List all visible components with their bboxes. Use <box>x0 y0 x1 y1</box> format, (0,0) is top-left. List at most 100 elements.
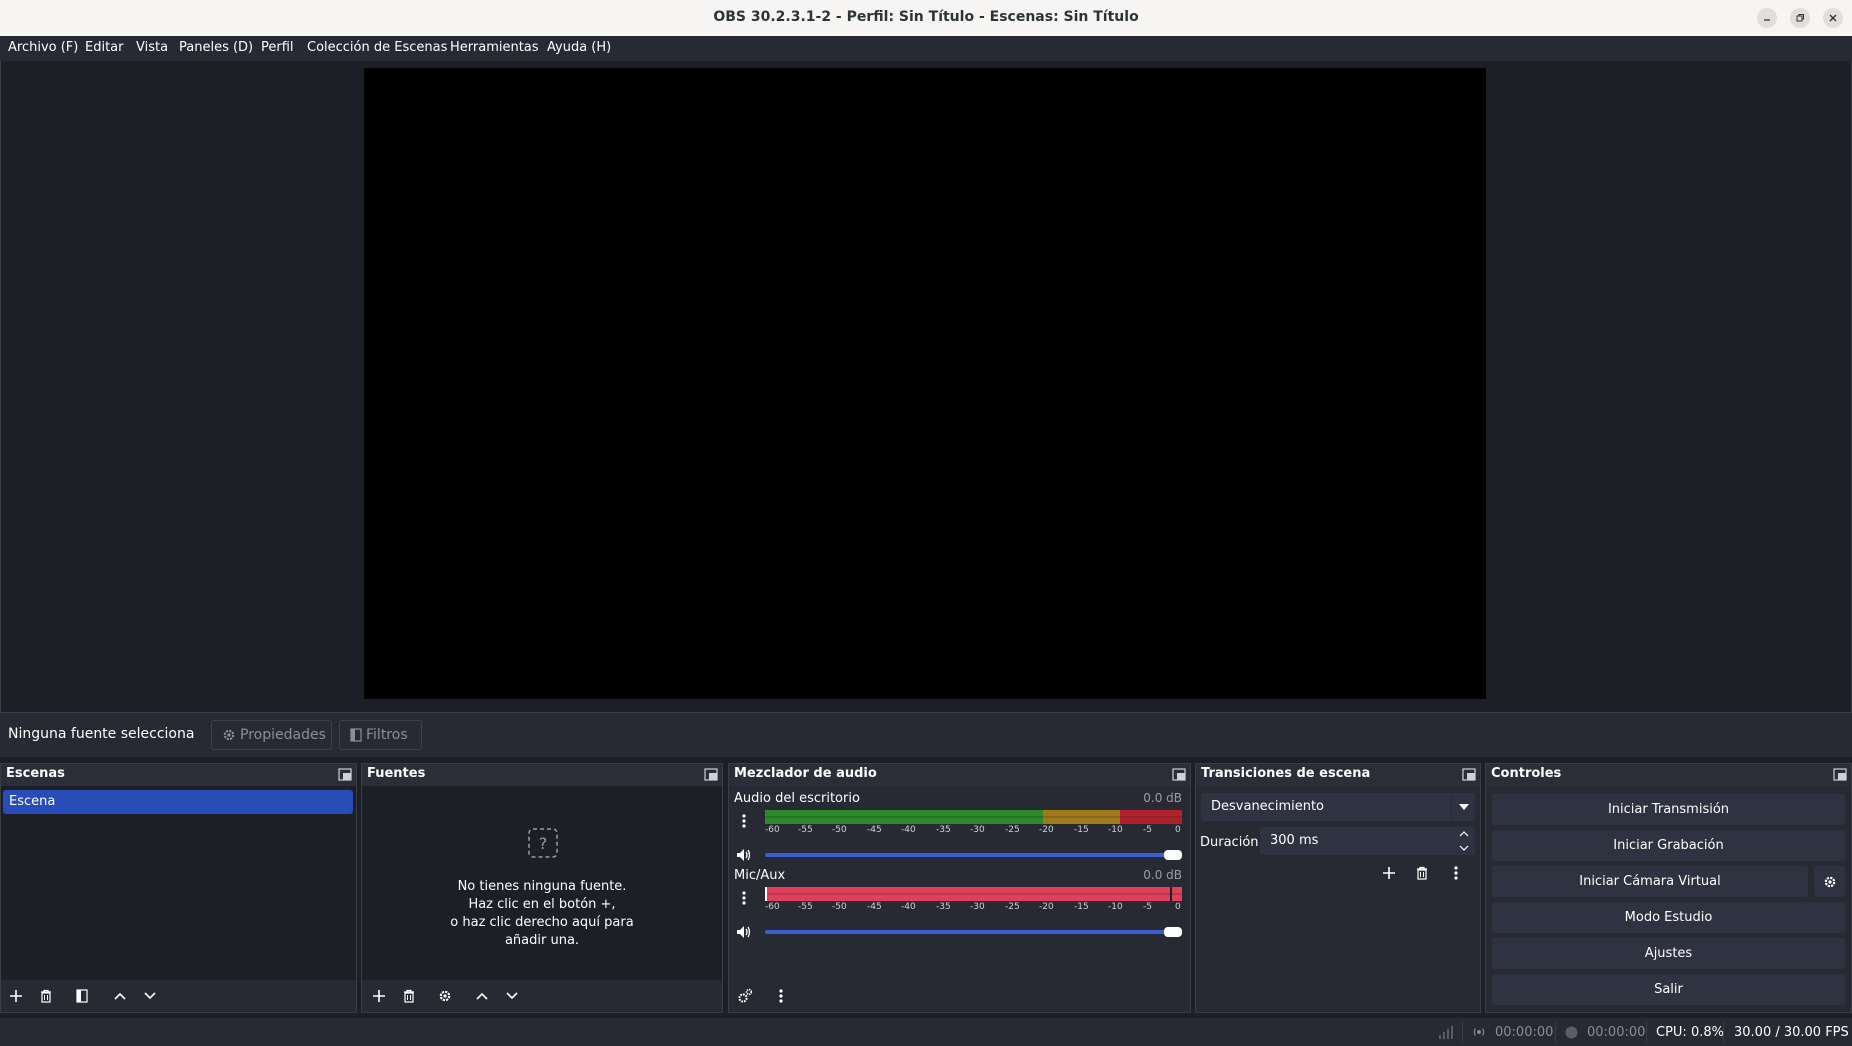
menu-ayuda[interactable]: Ayuda (H) <box>547 40 611 55</box>
preview-canvas[interactable] <box>364 68 1486 699</box>
tick: -35 <box>936 902 951 912</box>
float-icon[interactable] <box>1462 768 1476 782</box>
window-title: OBS 30.2.3.1-2 - Perfil: Sin Título - Es… <box>713 9 1139 25</box>
settings-button[interactable]: Ajustes <box>1492 938 1845 969</box>
float-icon[interactable] <box>704 768 718 782</box>
source-properties-button[interactable] <box>433 984 457 1008</box>
kebab-icon <box>1454 866 1458 880</box>
controls-header: Controles <box>1486 764 1851 786</box>
scenes-toolbar <box>1 980 356 1012</box>
volume-knob[interactable] <box>1164 927 1182 937</box>
add-transition-button[interactable] <box>1377 861 1401 885</box>
signal-icon <box>1438 1025 1454 1039</box>
channel-menu-button[interactable] <box>733 887 755 909</box>
start-recording-button[interactable]: Iniciar Grabación <box>1492 830 1845 861</box>
start-streaming-button[interactable]: Iniciar Transmisión <box>1492 794 1845 825</box>
move-source-up-button[interactable] <box>470 984 494 1008</box>
add-scene-button[interactable] <box>4 984 28 1008</box>
move-scene-down-button[interactable] <box>138 984 162 1008</box>
menu-archivo[interactable]: Archivo (F) <box>8 40 78 55</box>
menu-vista[interactable]: Vista <box>136 40 168 55</box>
mixer-menu-button[interactable] <box>769 984 793 1008</box>
tick: -50 <box>832 902 847 912</box>
add-source-button[interactable] <box>367 984 391 1008</box>
remove-transition-button[interactable] <box>1410 861 1434 885</box>
menu-paneles[interactable]: Paneles (D) <box>179 40 253 55</box>
menu-herramientas[interactable]: Herramientas <box>450 40 539 55</box>
tick: -55 <box>798 825 813 835</box>
float-icon[interactable] <box>1833 768 1847 782</box>
tick: -35 <box>936 825 951 835</box>
duration-value: 300 ms <box>1270 833 1319 848</box>
float-icon[interactable] <box>1172 768 1186 782</box>
volume-knob[interactable] <box>1164 850 1182 860</box>
sources-dock: Fuentes ? No tienes ninguna fuente. Haz … <box>361 763 723 1013</box>
tick: -5 <box>1143 902 1152 912</box>
no-source-label: Ninguna fuente selecciona <box>8 726 195 742</box>
divider <box>1723 1022 1724 1042</box>
close-button[interactable] <box>1823 8 1843 28</box>
restore-button[interactable] <box>1790 8 1810 28</box>
desktop-audio-meter <box>765 810 1182 824</box>
plus-icon <box>372 989 386 1003</box>
minimize-button[interactable] <box>1757 8 1777 28</box>
question-icon: ? <box>528 828 558 858</box>
title-bar: OBS 30.2.3.1-2 - Perfil: Sin Título - Es… <box>0 0 1852 36</box>
sources-title: Fuentes <box>367 766 426 781</box>
properties-button[interactable]: Propiedades <box>211 720 332 750</box>
transition-menu-button[interactable] <box>1444 861 1468 885</box>
advanced-audio-button[interactable] <box>733 984 757 1008</box>
streaming-icon <box>1473 1026 1485 1038</box>
virtual-camera-settings-button[interactable] <box>1814 866 1845 897</box>
menu-perfil[interactable]: Perfil <box>261 40 294 55</box>
filters-button[interactable]: Filtros <box>339 720 422 750</box>
meter-ticks: -60 -55 -50 -45 -40 -35 -30 -25 -20 -15 … <box>765 825 1190 839</box>
move-scene-up-button[interactable] <box>108 984 132 1008</box>
dropdown-arrow-icon <box>1451 793 1475 821</box>
remove-source-button[interactable] <box>397 984 421 1008</box>
remove-scene-button[interactable] <box>34 984 58 1008</box>
chevron-down-icon <box>143 991 157 1001</box>
move-source-down-button[interactable] <box>500 984 524 1008</box>
trash-icon <box>39 989 53 1003</box>
duration-spinbox[interactable]: 300 ms <box>1260 827 1475 855</box>
stream-time: 00:00:00 <box>1495 1025 1554 1040</box>
meter-ticks: -60 -55 -50 -45 -40 -35 -30 -25 -20 -15 … <box>765 902 1190 916</box>
tick: -45 <box>867 825 882 835</box>
gear-icon <box>222 728 236 742</box>
tick: -20 <box>1039 902 1054 912</box>
scene-filters-button[interactable] <box>70 984 94 1008</box>
transition-select[interactable]: Desvanecimiento <box>1201 793 1475 821</box>
mixer-toolbar <box>729 980 1190 1012</box>
kebab-icon <box>742 814 746 828</box>
divider <box>1555 1022 1556 1042</box>
float-icon[interactable] <box>338 768 352 782</box>
spin-arrows-icon[interactable] <box>1453 827 1475 855</box>
menu-editar[interactable]: Editar <box>85 40 124 55</box>
transitions-dock: Transiciones de escena Desvanecimiento D… <box>1195 763 1481 1013</box>
volume-slider-mic[interactable] <box>765 930 1177 934</box>
channel-menu-button[interactable] <box>733 810 755 832</box>
channel-name: Mic/Aux <box>734 868 786 883</box>
divider <box>1646 1022 1647 1042</box>
filters-label: Filtros <box>366 727 408 743</box>
start-virtual-camera-button[interactable]: Iniciar Cámara Virtual <box>1492 866 1808 897</box>
studio-mode-button[interactable]: Modo Estudio <box>1492 902 1845 933</box>
volume-slider-desktop[interactable] <box>765 853 1177 857</box>
mute-button[interactable] <box>733 844 755 866</box>
plus-icon <box>9 989 23 1003</box>
empty-line: No tienes ninguna fuente. <box>457 879 627 894</box>
exit-button[interactable]: Salir <box>1492 974 1845 1005</box>
tick: -10 <box>1108 825 1123 835</box>
channel-db: 0.0 dB <box>1143 791 1182 805</box>
menu-coleccion-escenas[interactable]: Colección de Escenas <box>307 40 447 55</box>
tick: -50 <box>832 825 847 835</box>
tick: -25 <box>1005 902 1020 912</box>
context-bar: Ninguna fuente selecciona Propiedades Fi… <box>0 712 1852 757</box>
trash-icon <box>1415 866 1429 880</box>
scene-item[interactable]: Escena <box>3 790 353 814</box>
chevron-up-icon <box>475 991 489 1001</box>
sources-toolbar <box>362 980 722 1012</box>
filter-icon <box>76 989 88 1003</box>
mute-button[interactable] <box>733 921 755 943</box>
